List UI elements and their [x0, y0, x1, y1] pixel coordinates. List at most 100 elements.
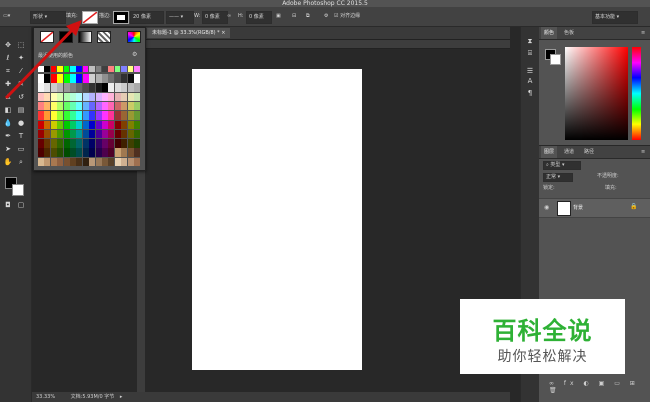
- solid-color-button[interactable]: [59, 31, 73, 43]
- recent-color-cell[interactable]: [108, 66, 114, 72]
- zoom-tool-icon[interactable]: ⌕: [16, 158, 26, 166]
- swatch-cell[interactable]: [76, 148, 83, 157]
- swatch-cell[interactable]: [76, 101, 83, 111]
- swatch-cell[interactable]: [95, 157, 102, 167]
- recent-color-cell[interactable]: [76, 66, 82, 72]
- swatch-cell[interactable]: [108, 101, 115, 111]
- character-panel-icon[interactable]: A: [525, 77, 535, 85]
- swatch-cell[interactable]: [89, 74, 96, 83]
- close-icon[interactable]: ×: [221, 30, 225, 36]
- swatch-cell[interactable]: [95, 101, 102, 111]
- swatch-cell[interactable]: [57, 74, 64, 83]
- recent-color-cell[interactable]: [95, 66, 102, 72]
- swatch-cell[interactable]: [82, 83, 89, 92]
- rectangle-tool-icon[interactable]: ▭: [16, 145, 26, 153]
- move-tool-icon[interactable]: ✥: [3, 41, 13, 49]
- gradient-tool-icon[interactable]: ▤: [16, 106, 26, 114]
- swatch-cell[interactable]: [44, 111, 51, 120]
- swatch-cell[interactable]: [76, 83, 83, 92]
- swatch-cell[interactable]: [127, 74, 134, 83]
- swatch-cell[interactable]: [76, 111, 83, 120]
- recent-color-cell[interactable]: [63, 66, 70, 72]
- swatch-cell[interactable]: [82, 92, 89, 102]
- swatch-cell[interactable]: [121, 129, 128, 139]
- swatch-cell[interactable]: [102, 157, 108, 167]
- swatch-cell[interactable]: [134, 139, 140, 148]
- swatch-cell[interactable]: [50, 74, 57, 83]
- path-operations-icon[interactable]: ▣: [276, 11, 281, 22]
- swatch-cell[interactable]: [50, 120, 57, 129]
- swatch-cell[interactable]: [134, 101, 140, 111]
- swatch-cell[interactable]: [114, 148, 121, 157]
- swatch-cell[interactable]: [95, 120, 102, 129]
- tool-preset-icon[interactable]: ▭▾: [3, 11, 19, 22]
- swatch-cell[interactable]: [50, 139, 57, 148]
- screen-mode-icon[interactable]: ▢: [16, 201, 26, 209]
- swatch-cell[interactable]: [44, 148, 51, 157]
- swatch-cell[interactable]: [121, 148, 128, 157]
- swatch-cell[interactable]: [134, 92, 140, 102]
- swatch-cell[interactable]: [38, 92, 44, 102]
- swatch-cell[interactable]: [38, 139, 44, 148]
- workspace-dropdown[interactable]: 基本功能 ▾: [592, 11, 638, 24]
- swatch-cell[interactable]: [114, 83, 121, 92]
- swatch-cell[interactable]: [121, 157, 128, 167]
- swatch-cell[interactable]: [44, 74, 51, 83]
- swatch-cell[interactable]: [38, 111, 44, 120]
- tab-swatches[interactable]: 色板: [561, 27, 577, 39]
- recent-color-cell[interactable]: [102, 66, 108, 72]
- healing-brush-icon[interactable]: ✚: [3, 80, 13, 88]
- swatch-cell[interactable]: [63, 111, 70, 120]
- swatch-cell[interactable]: [76, 129, 83, 139]
- swatch-cell[interactable]: [114, 120, 121, 129]
- swatch-cell[interactable]: [82, 120, 89, 129]
- swatch-cell[interactable]: [50, 129, 57, 139]
- swatch-cell[interactable]: [102, 92, 108, 102]
- swatch-cell[interactable]: [127, 129, 134, 139]
- history-brush-icon[interactable]: ↺: [16, 93, 26, 101]
- swatch-cell[interactable]: [76, 120, 83, 129]
- swatch-cell[interactable]: [102, 74, 108, 83]
- swatch-cell[interactable]: [89, 101, 96, 111]
- swatch-cell[interactable]: [114, 157, 121, 167]
- swatch-cell[interactable]: [63, 83, 70, 92]
- swatch-cell[interactable]: [95, 74, 102, 83]
- swatch-cell[interactable]: [63, 74, 70, 83]
- swatch-cell[interactable]: [134, 120, 140, 129]
- swatch-cell[interactable]: [114, 129, 121, 139]
- swatch-cell[interactable]: [70, 129, 76, 139]
- swatch-cell[interactable]: [70, 148, 76, 157]
- swatch-cell[interactable]: [76, 74, 83, 83]
- swatch-cell[interactable]: [89, 120, 96, 129]
- align-edges-checkbox[interactable]: ☑ 对齐边缘: [334, 11, 360, 22]
- mode-dropdown[interactable]: 形状 ▾: [30, 11, 66, 24]
- swatch-cell[interactable]: [50, 111, 57, 120]
- swatch-cell[interactable]: [82, 101, 89, 111]
- swatch-cell[interactable]: [50, 92, 57, 102]
- swatch-cell[interactable]: [63, 148, 70, 157]
- swatch-cell[interactable]: [102, 120, 108, 129]
- swatch-cell[interactable]: [108, 120, 115, 129]
- swatch-cell[interactable]: [63, 92, 70, 102]
- swatch-cell[interactable]: [38, 129, 44, 139]
- swatch-cell[interactable]: [38, 120, 44, 129]
- swatch-cell[interactable]: [50, 148, 57, 157]
- swatch-cell[interactable]: [121, 101, 128, 111]
- swatch-cell[interactable]: [127, 111, 134, 120]
- fill-swatch-button[interactable]: [82, 11, 98, 24]
- swatch-cell[interactable]: [57, 83, 64, 92]
- swatch-cell[interactable]: [50, 101, 57, 111]
- swatch-cell[interactable]: [76, 139, 83, 148]
- recent-color-cell[interactable]: [127, 66, 134, 72]
- swatch-cell[interactable]: [108, 157, 115, 167]
- status-menu-arrow-icon[interactable]: ▸: [120, 394, 123, 400]
- swatch-cell[interactable]: [127, 83, 134, 92]
- swatch-cell[interactable]: [134, 111, 140, 120]
- swatch-cell[interactable]: [102, 129, 108, 139]
- gradient-button[interactable]: [78, 31, 92, 43]
- swatch-cell[interactable]: [57, 148, 64, 157]
- swatch-cell[interactable]: [63, 120, 70, 129]
- swatch-cell[interactable]: [114, 74, 121, 83]
- swatch-cell[interactable]: [134, 129, 140, 139]
- swatch-cell[interactable]: [121, 139, 128, 148]
